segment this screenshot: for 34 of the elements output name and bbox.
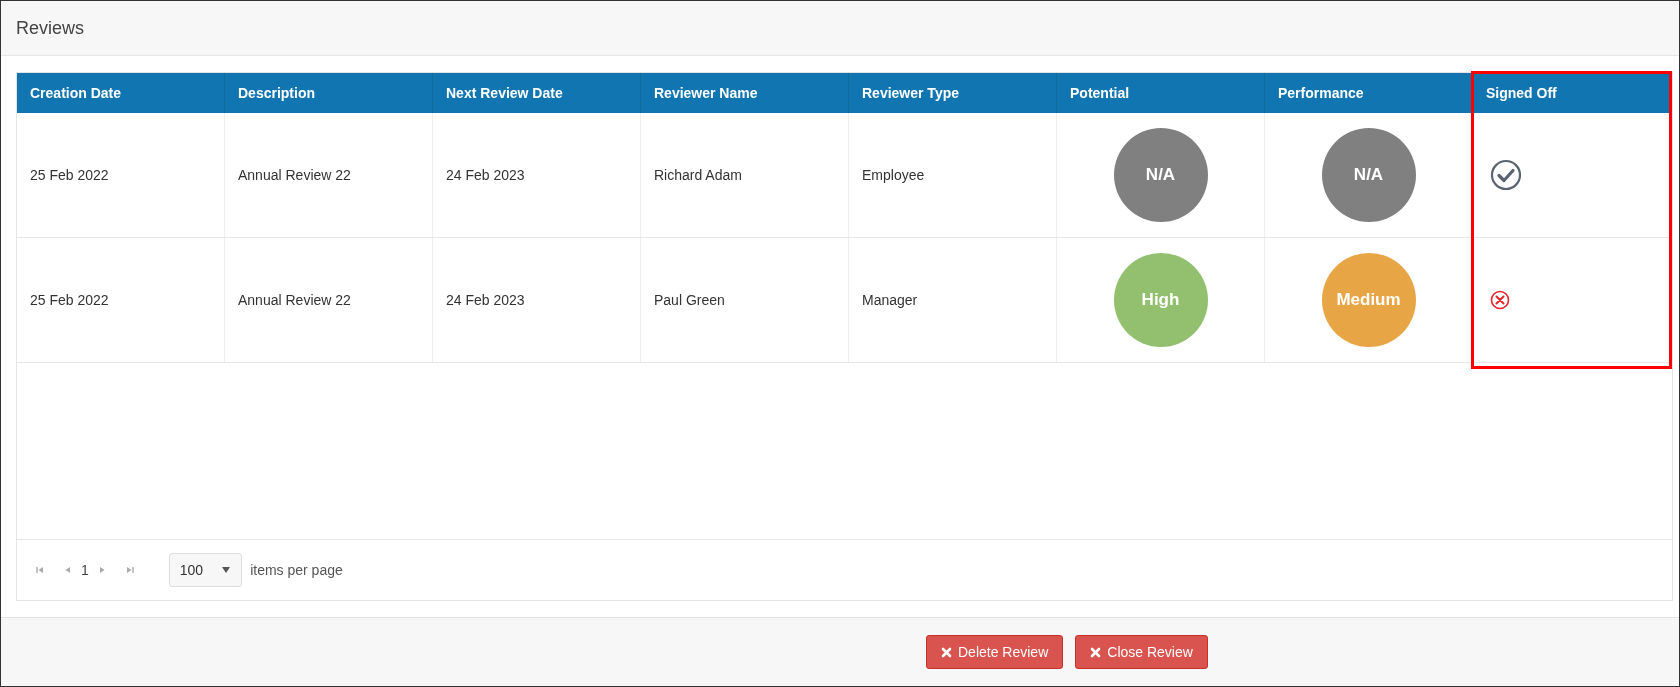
rating-circle: High [1113,253,1208,347]
first-page-icon[interactable] [35,565,45,575]
column-header[interactable]: Potential [1057,73,1265,113]
action-button[interactable]: Close Review [1075,635,1208,669]
table-cell: 25 Feb 2022 [30,167,109,183]
table-cell: Annual Review 22 [238,292,351,308]
page-size-dropdown[interactable]: 100 [168,553,243,587]
action-button[interactable]: Delete Review [926,635,1064,669]
panel-title: Reviews [16,17,85,39]
close-icon [941,646,952,658]
table-cell: Employee [862,167,925,183]
previous-page-icon[interactable] [63,565,73,575]
rating-circle: N/A [1321,128,1416,222]
rating-circle: Medium [1321,253,1416,347]
column-header[interactable]: Creation Date [17,73,225,113]
table-cell: Manager [862,292,918,308]
column-header[interactable]: Reviewer Type [849,73,1057,113]
column-header[interactable]: Signed Off [1473,73,1672,113]
table-cell: Paul Green [654,292,725,308]
caret-down-icon [221,566,232,574]
page-size-label: items per page [250,562,343,578]
column-header[interactable]: Reviewer Name [641,73,849,113]
column-header[interactable]: Description [225,73,433,113]
table-cell: Richard Adam [654,167,742,183]
rating-circle: N/A [1113,128,1208,222]
table-cell: 25 Feb 2022 [30,292,109,308]
column-header[interactable]: Performance [1265,73,1473,113]
column-header[interactable]: Next Review Date [433,73,641,113]
last-page-icon[interactable] [124,565,135,575]
table-cell: 24 Feb 2023 [446,292,525,308]
page-number[interactable]: 1 [81,562,89,578]
table-cell: Annual Review 22 [238,167,351,183]
close-icon [1090,646,1102,658]
table-cell: 24 Feb 2023 [446,167,525,183]
